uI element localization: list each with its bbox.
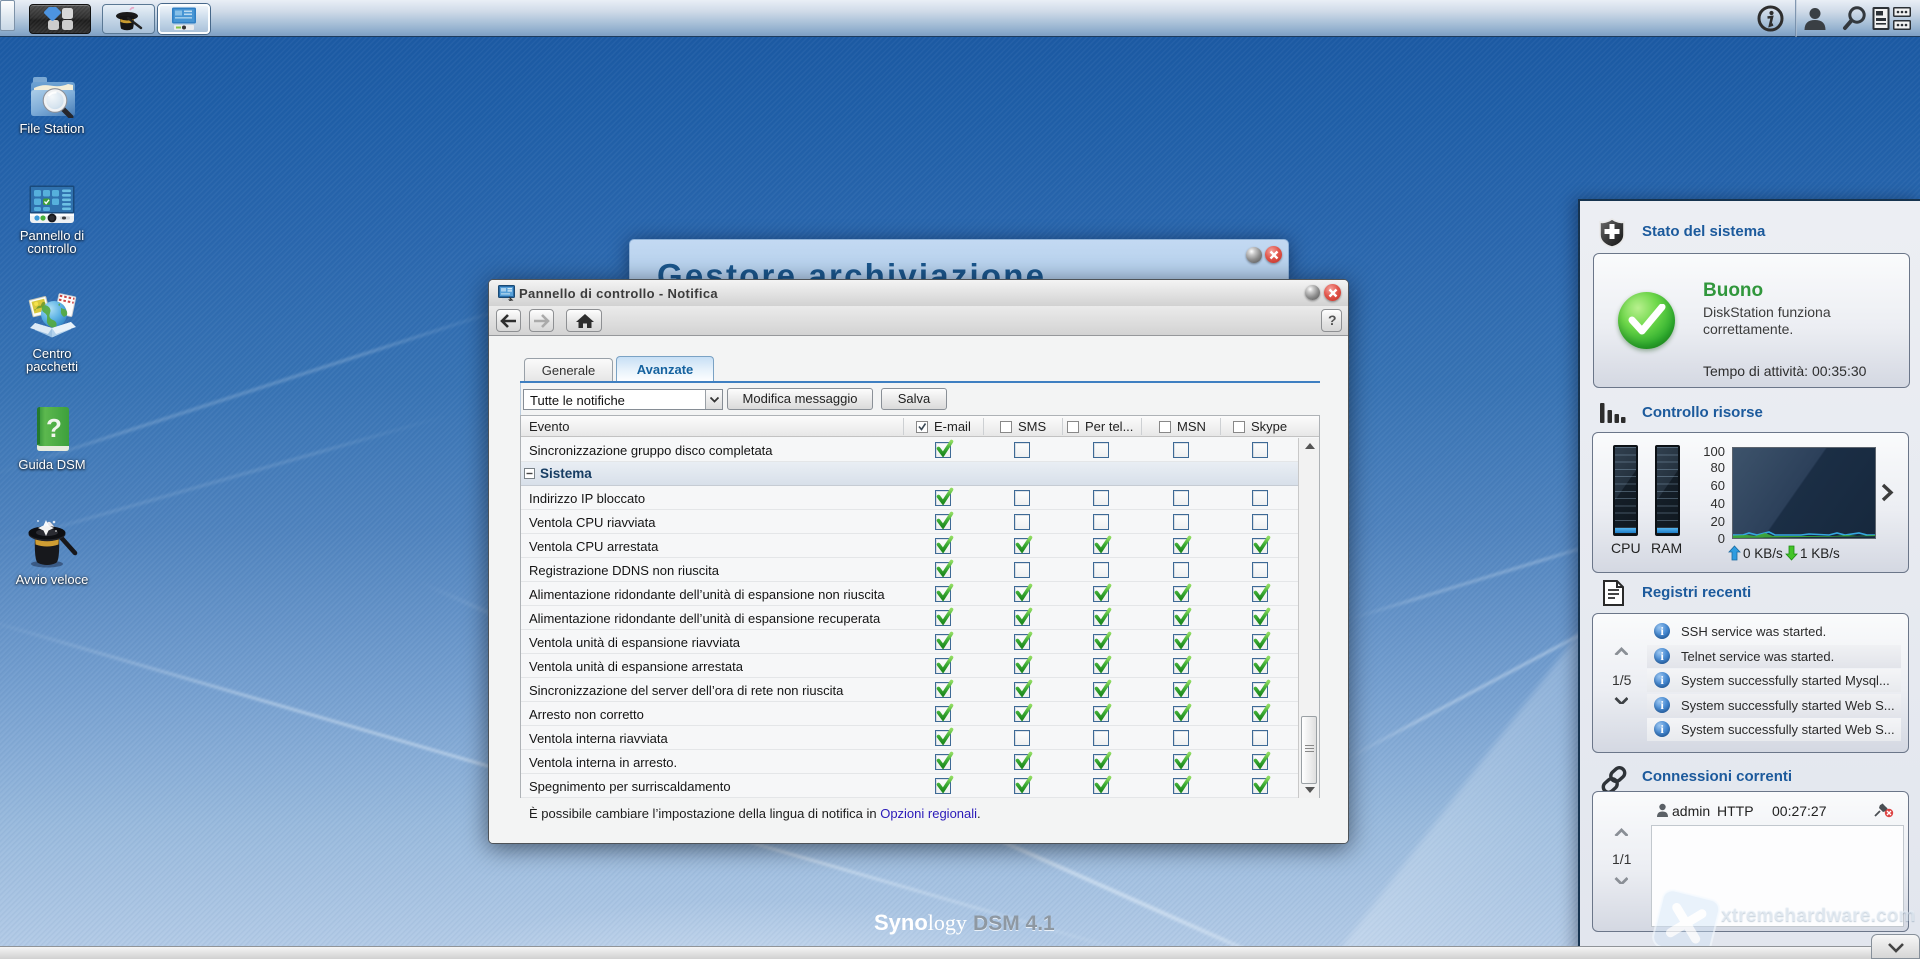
svg-text:?: ? [46, 413, 62, 443]
